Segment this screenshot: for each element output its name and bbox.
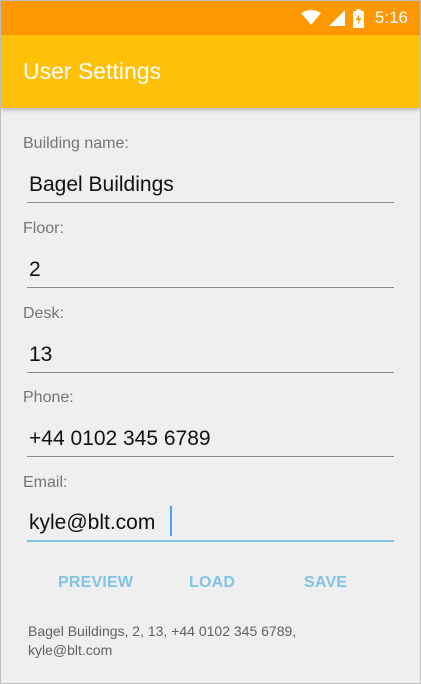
preview-line-1: Bagel Buildings, 2, 13, +44 0102 345 678… <box>28 623 297 639</box>
email-label: Email: <box>23 474 68 491</box>
battery-charging-icon <box>352 8 364 28</box>
desk-label: Desk: <box>23 305 64 322</box>
email-input[interactable] <box>27 506 394 542</box>
text-cursor <box>170 506 172 536</box>
app-bar: User Settings <box>1 35 420 108</box>
signal-icon <box>328 10 345 26</box>
preview-line-2: kyle@blt.com <box>28 642 113 658</box>
app-title: User Settings <box>23 58 162 84</box>
load-button[interactable]: LOAD <box>189 574 235 592</box>
desk-input[interactable] <box>27 337 394 373</box>
building-name-input[interactable] <box>27 167 394 203</box>
save-button[interactable]: SAVE <box>304 574 347 592</box>
preview-button[interactable]: PREVIEW <box>58 574 133 592</box>
status-time: 5:16 <box>374 8 408 27</box>
phone-screen: 5:16 User Settings Building name: Floor:… <box>0 0 421 684</box>
status-icons: 5:16 <box>300 6 408 30</box>
preview-output: Bagel Buildings, 2, 13, +44 0102 345 678… <box>28 622 388 660</box>
status-bar: 5:16 <box>1 1 420 35</box>
floor-label: Floor: <box>23 220 64 237</box>
building-name-label: Building name: <box>23 135 129 152</box>
phone-label: Phone: <box>23 389 74 406</box>
floor-input[interactable] <box>27 252 394 288</box>
wifi-icon <box>300 10 321 26</box>
phone-input[interactable] <box>27 421 394 457</box>
